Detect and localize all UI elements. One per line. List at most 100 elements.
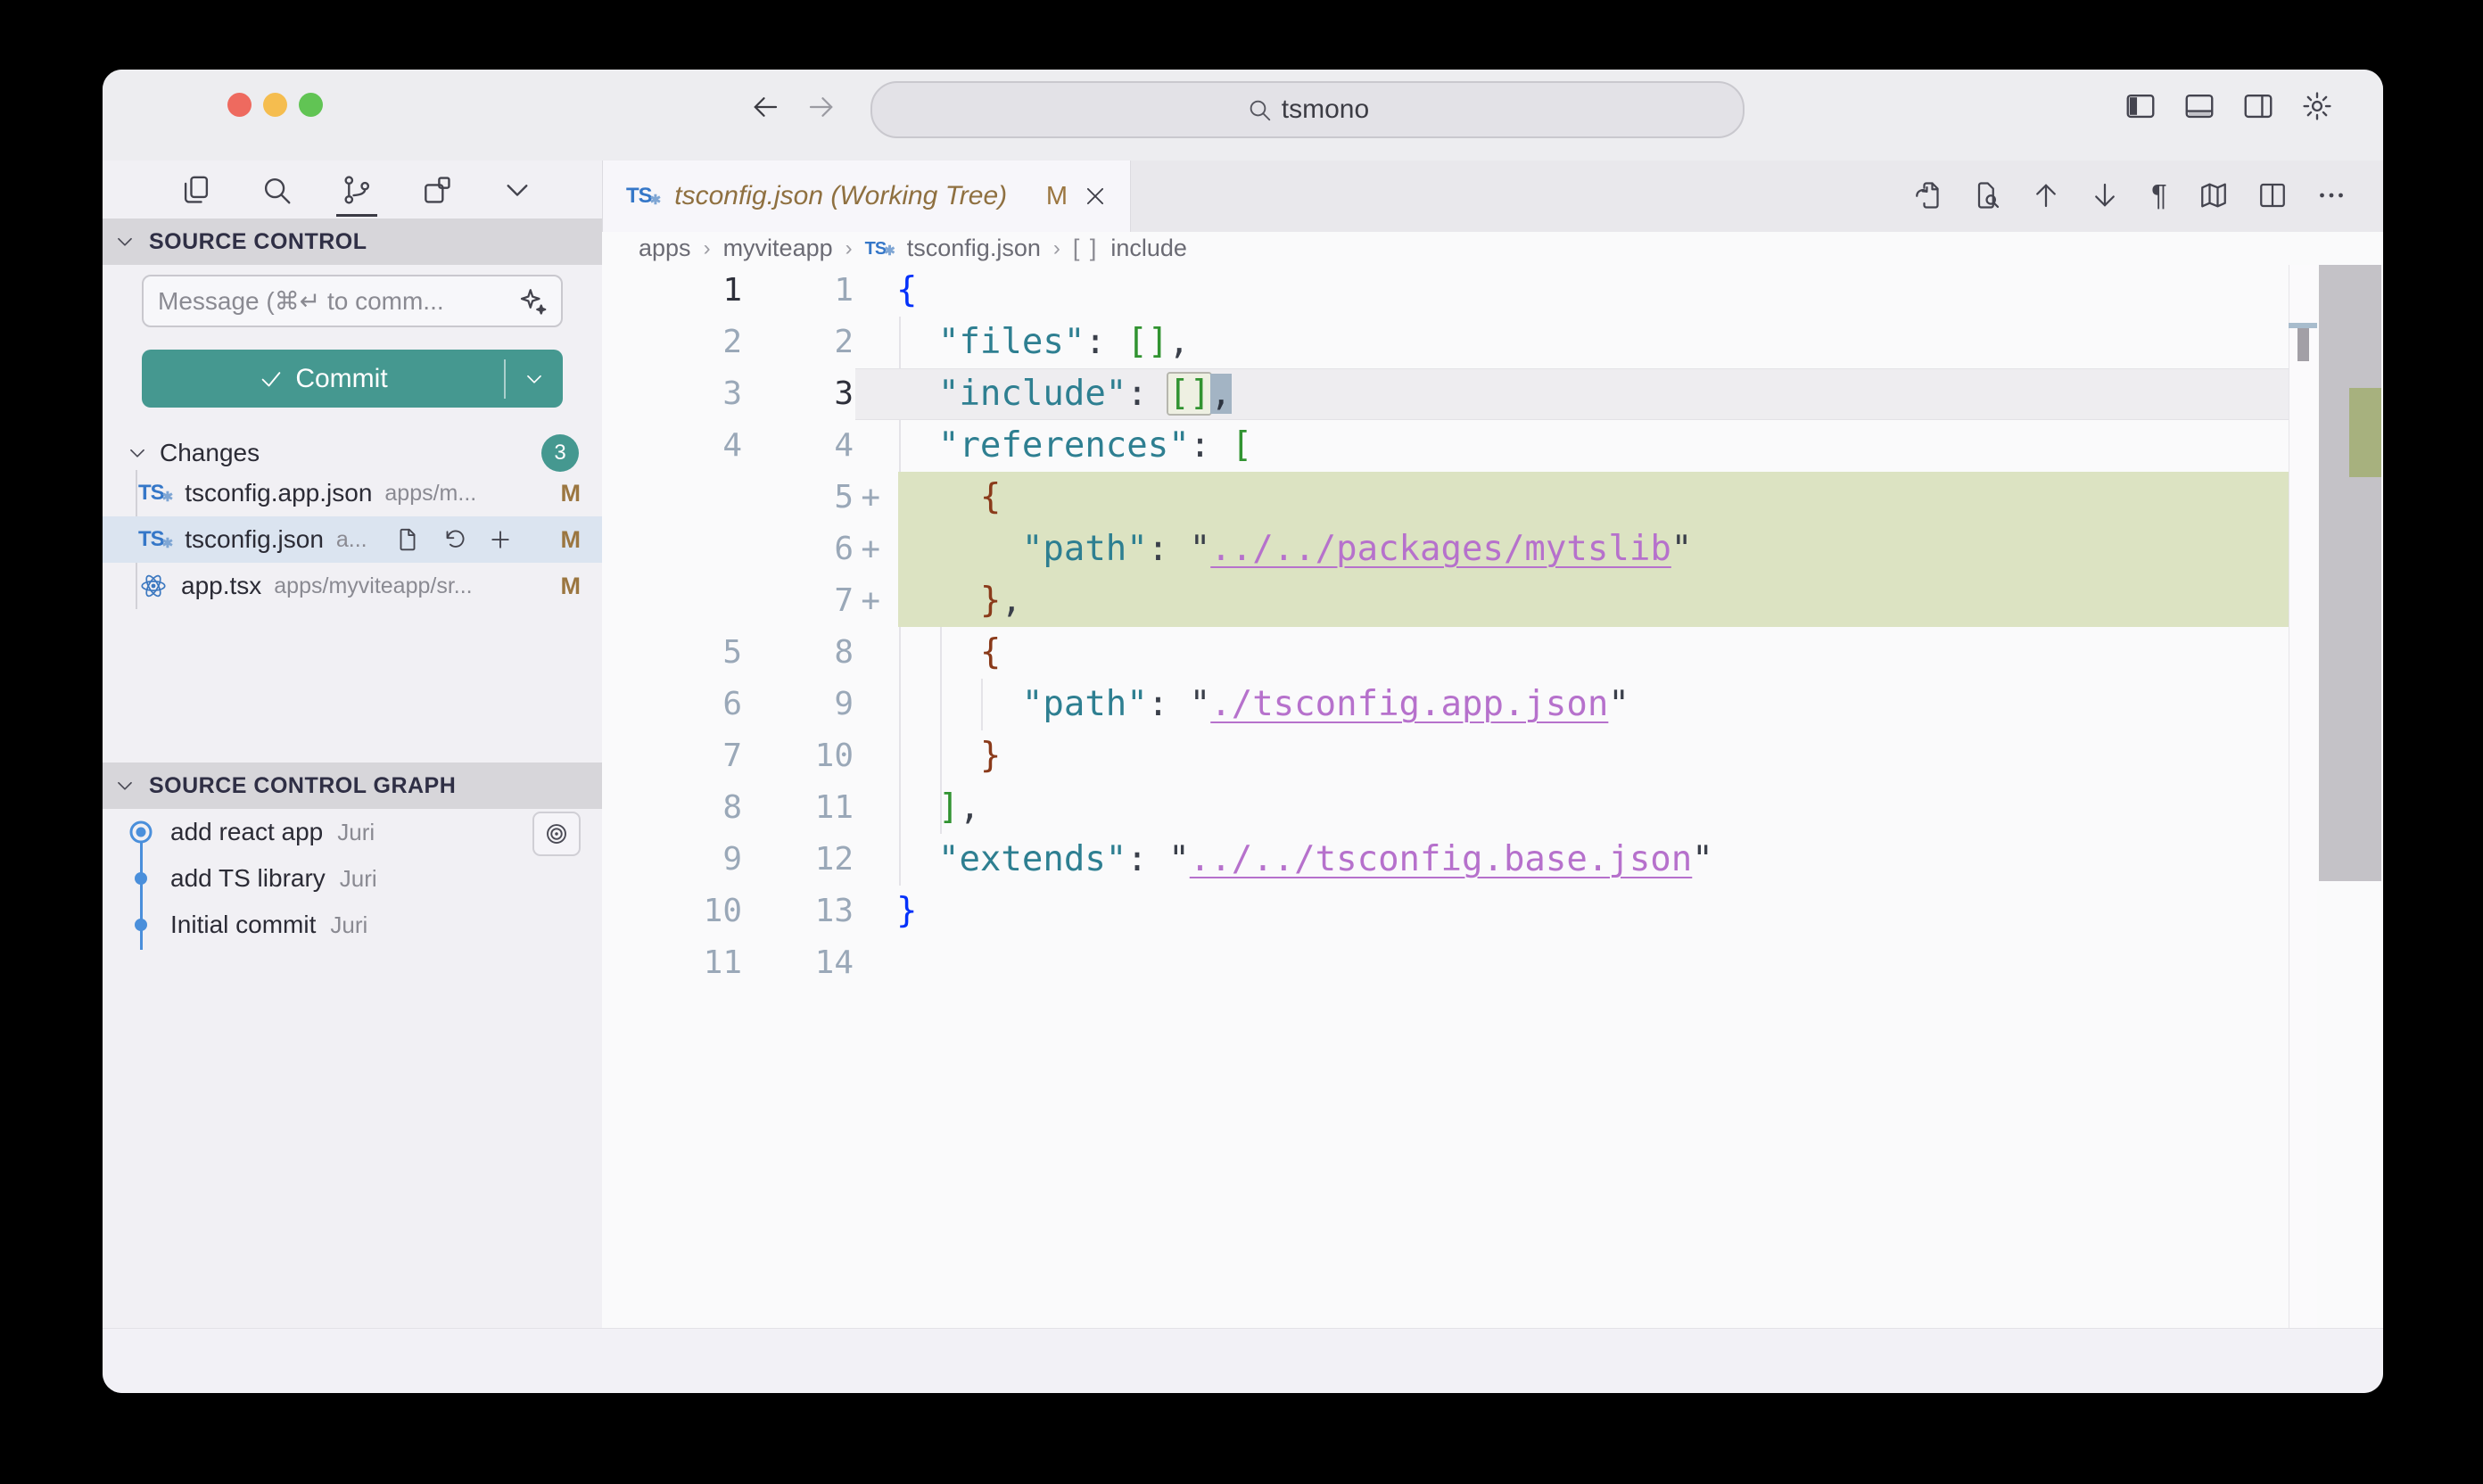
files-icon <box>179 173 213 207</box>
back-icon[interactable] <box>749 91 781 123</box>
scrollbar-thumb[interactable] <box>2319 265 2381 881</box>
source-control-header[interactable]: SOURCE CONTROL <box>103 218 602 265</box>
code-line-1[interactable]: 11{ <box>602 265 2383 317</box>
previous-change-icon[interactable] <box>2030 179 2062 211</box>
code-line-text: "path": "../../packages/mytslib" <box>896 524 1692 575</box>
source-control-graph-header[interactable]: SOURCE CONTROL GRAPH <box>103 763 602 809</box>
code-line-5[interactable]: 5+ { <box>602 472 2383 524</box>
toggle-primary-sidebar-icon[interactable] <box>2124 89 2157 123</box>
open-file-icon[interactable] <box>394 526 421 553</box>
gutter-modified-line-number: 4 <box>742 420 854 472</box>
code-line-12[interactable]: 912 "extends": "../../tsconfig.base.json… <box>602 834 2383 886</box>
gutter-original-line-number: 9 <box>602 834 742 886</box>
sparkle-icon[interactable] <box>516 285 549 317</box>
gutter-original-line-number: 7 <box>602 730 742 782</box>
diff-added-highlight <box>898 575 2317 627</box>
breadcrumb-item-include[interactable]: include <box>1110 235 1187 262</box>
commit-row-3[interactable]: Initial commitJuri <box>103 902 602 948</box>
breadcrumb-item-tsconfig.json[interactable]: tsconfig.json <box>907 235 1041 262</box>
code-line-6[interactable]: 6+ "path": "../../packages/mytslib" <box>602 524 2383 575</box>
titlebar: tsmono <box>103 70 2383 161</box>
changed-file-row-tsconfig.app.json[interactable]: TS✱tsconfig.app.jsonapps/m...M <box>103 470 602 516</box>
minimap[interactable] <box>2289 265 2317 1329</box>
activity-bar <box>103 161 679 218</box>
code-line-7[interactable]: 7+ }, <box>602 575 2383 627</box>
activity-bar-item-more-views[interactable] <box>500 173 534 207</box>
typescript-file-icon: TS✱ <box>865 240 895 258</box>
status-bar-right <box>2353 1329 2383 1393</box>
open-file-search-icon[interactable] <box>1971 179 2003 211</box>
code-line-text: "path": "./tsconfig.app.json" <box>896 679 1629 730</box>
vscode-window: tsmono SOURCE CONTROL Commit <box>103 70 2383 1393</box>
render-whitespace-icon[interactable]: ¶ <box>2148 179 2171 211</box>
commit-row-1[interactable]: add react appJuri <box>103 809 602 855</box>
gutter-original-line-number: 10 <box>602 886 742 937</box>
goto-commit-button[interactable] <box>532 812 581 856</box>
gutter-original-line-number <box>602 524 742 575</box>
typescript-file-icon: TS✱ <box>138 529 172 550</box>
breadcrumb-item-apps[interactable]: apps <box>639 235 691 262</box>
gutter-original-line-number: 5 <box>602 627 742 679</box>
changed-file-row-tsconfig.json[interactable]: TS✱tsconfig.jsona...M <box>103 516 602 563</box>
discard-changes-icon[interactable] <box>441 526 467 553</box>
code-line-2[interactable]: 22 "files": [], <box>602 317 2383 368</box>
toggle-secondary-sidebar-icon[interactable] <box>2241 89 2275 123</box>
diff-added-plus: + <box>861 575 880 627</box>
commit-button[interactable]: Commit <box>142 350 563 408</box>
code-line-8[interactable]: 58 { <box>602 627 2383 679</box>
activity-bar-item-source-control[interactable] <box>340 173 374 207</box>
code-line-text: { <box>896 472 1001 524</box>
gutter-original-line-number <box>602 575 742 627</box>
code-line-13[interactable]: 1013} <box>602 886 2383 937</box>
code-line-3[interactable]: 33 "include": [], <box>602 368 2383 420</box>
activity-bar-item-explorer[interactable] <box>179 173 213 207</box>
toggle-map-icon[interactable] <box>2198 179 2230 211</box>
more-actions-icon[interactable] <box>2315 179 2347 211</box>
gutter-original-line-number: 8 <box>602 782 742 834</box>
activity-bar-item-extensions[interactable] <box>420 173 454 207</box>
commit-graph-dot <box>128 902 154 948</box>
code-line-4[interactable]: 44 "references": [ <box>602 420 2383 472</box>
code-line-10[interactable]: 710 } <box>602 730 2383 782</box>
editor-toolbar: ¶ <box>1912 179 2347 211</box>
next-change-icon[interactable] <box>2089 179 2121 211</box>
commit-author: Juri <box>330 911 367 939</box>
commit-dropdown-button[interactable] <box>506 367 563 391</box>
split-editor-icon[interactable] <box>2256 179 2289 211</box>
activity-bar-item-search[interactable] <box>260 173 293 207</box>
chevron-down-icon <box>113 230 136 253</box>
gutter-modified-line-number: 10 <box>742 730 854 782</box>
tab-bar: TS✱ tsconfig.json (Working Tree) M ¶ <box>602 161 2383 232</box>
chevron-down-icon <box>500 173 534 207</box>
command-center-search[interactable]: tsmono <box>870 81 1745 138</box>
settings-icon[interactable] <box>2300 89 2334 123</box>
close-button[interactable] <box>227 93 252 117</box>
commit-button-label: Commit <box>295 364 387 394</box>
commit-message-input[interactable] <box>142 275 563 327</box>
toggle-panel-icon[interactable] <box>2182 89 2216 123</box>
modified-badge: M <box>561 573 582 600</box>
stage-changes-icon[interactable] <box>487 526 514 553</box>
code-line-9[interactable]: 69 "path": "./tsconfig.app.json" <box>602 679 2383 730</box>
changes-section-header[interactable]: Changes 3 <box>103 434 602 472</box>
file-name: app.tsx <box>181 572 261 600</box>
tab-modified-badge: M <box>1046 182 1068 211</box>
typescript-file-icon: TS✱ <box>138 482 172 504</box>
open-changes-icon[interactable] <box>1912 179 1944 211</box>
gutter-modified-line-number: 1 <box>742 265 854 317</box>
zoom-button[interactable] <box>299 93 323 117</box>
minimize-button[interactable] <box>263 93 287 117</box>
commit-row-2[interactable]: add TS libraryJuri <box>103 855 602 902</box>
code-line-14[interactable]: 1114 <box>602 937 2383 989</box>
code-line-11[interactable]: 811 ], <box>602 782 2383 834</box>
changed-file-row-app.tsx[interactable]: app.tsxapps/myviteapp/sr...M <box>103 563 602 609</box>
source-control-graph-header-label: SOURCE CONTROL GRAPH <box>149 773 456 799</box>
code-editor[interactable]: 11{22 "files": [],33 "include": [],44 "r… <box>602 265 2383 1329</box>
editor-area: TS✱ tsconfig.json (Working Tree) M ¶ app… <box>602 161 2383 1329</box>
close-icon[interactable] <box>1082 183 1109 210</box>
gutter-modified-line-number: 13 <box>742 886 854 937</box>
code-line-text: "extends": "../../tsconfig.base.json" <box>896 834 1713 886</box>
breadcrumb-item-myviteapp[interactable]: myviteapp <box>723 235 833 262</box>
forward-icon[interactable] <box>805 91 837 123</box>
tab-tsconfig-working-tree[interactable]: TS✱ tsconfig.json (Working Tree) M <box>602 161 1131 232</box>
